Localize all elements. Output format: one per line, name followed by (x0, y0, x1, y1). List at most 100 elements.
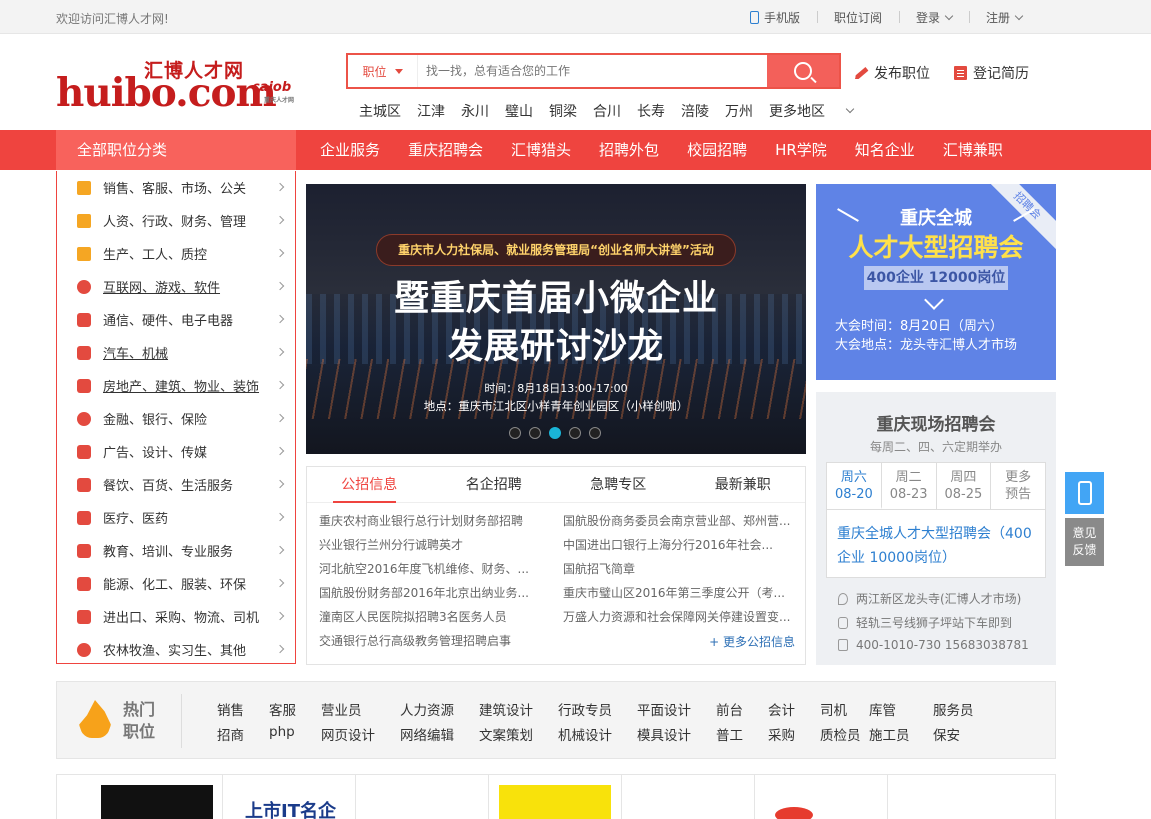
hot-job-link[interactable]: 行政专员 (558, 699, 637, 719)
site-logo[interactable]: 汇博人才网 huibo.com cajob 重庆人才网 (56, 56, 316, 116)
area-link[interactable]: 万州 (725, 101, 753, 121)
logo-cell[interactable] (57, 775, 223, 819)
tab-part-time[interactable]: 最新兼职 (681, 467, 806, 502)
category-item[interactable]: 教育、培训、专业服务 (57, 534, 295, 567)
category-item[interactable]: 汽车、机械 (57, 336, 295, 369)
area-link[interactable]: 长寿 (637, 101, 665, 121)
area-link[interactable]: 铜梁 (549, 101, 577, 121)
area-link[interactable]: 合川 (593, 101, 621, 121)
subscribe-link[interactable]: 职位订阅 (816, 9, 899, 26)
carousel-dot[interactable] (549, 427, 561, 439)
category-item[interactable]: 餐饮、百货、生活服务 (57, 468, 295, 501)
area-link[interactable]: 江津 (417, 101, 445, 121)
category-item[interactable]: 生产、工人、质控 (57, 237, 295, 270)
category-item[interactable]: 医疗、医药 (57, 501, 295, 534)
news-link[interactable]: 万盛人力资源和社会保障网关停建设置变... (563, 609, 790, 633)
category-item[interactable]: 广告、设计、传媒 (57, 435, 295, 468)
category-item[interactable]: 人资、行政、财务、管理 (57, 204, 295, 237)
post-resume-link[interactable]: 登记简历 (954, 63, 1029, 83)
search-type-select[interactable]: 职位 (348, 55, 418, 87)
area-link[interactable]: 永川 (461, 101, 489, 121)
carousel-dot[interactable] (509, 427, 521, 439)
news-link[interactable]: 潼南区人民医院拟招聘3名医务人员 (319, 609, 529, 633)
news-link[interactable]: 河北航空2016年度飞机维修、财务、... (319, 561, 529, 585)
news-link[interactable]: 重庆农村商业银行总行计划财务部招聘 (319, 513, 529, 537)
news-link[interactable]: 国航股份商务委员会南京营业部、郑州营... (563, 513, 790, 537)
hot-job-link[interactable]: 库管 (869, 699, 933, 719)
nav-item[interactable]: 招聘外包 (585, 130, 673, 170)
logo-cell[interactable] (622, 775, 755, 819)
nav-item[interactable]: 知名企业 (841, 130, 929, 170)
hot-job-link[interactable]: 网页设计 (321, 724, 400, 744)
logo-cell[interactable] (356, 775, 489, 819)
news-link[interactable]: 重庆市璧山区2016年第三季度公开（考... (563, 585, 790, 609)
news-link[interactable]: 交通银行总行高级教务管理招聘启事 (319, 633, 529, 657)
mobile-link[interactable]: 手机版 (733, 9, 817, 26)
hot-job-link[interactable]: 司机 (820, 699, 869, 719)
nav-item[interactable]: 汇博兼职 (929, 130, 1017, 170)
nav-item[interactable]: 校园招聘 (673, 130, 761, 170)
category-item[interactable]: 房地产、建筑、物业、装饰 (57, 369, 295, 402)
search-button[interactable] (767, 55, 839, 87)
logo-cell[interactable] (755, 775, 888, 819)
category-item[interactable]: 通信、硬件、电子电器 (57, 303, 295, 336)
register-dropdown[interactable]: 注册 (968, 9, 1039, 26)
nav-item[interactable]: 重庆招聘会 (394, 130, 497, 170)
tab-famous-companies[interactable]: 名企招聘 (432, 467, 557, 502)
hot-job-link[interactable]: 网络编辑 (400, 724, 479, 744)
category-item[interactable]: 销售、客服、市场、公关 (57, 171, 295, 204)
news-link[interactable]: 国航股份财务部2016年北京出纳业务... (319, 585, 529, 609)
hot-job-link[interactable]: 质检员 (820, 724, 869, 744)
hot-job-link[interactable]: 前台 (716, 699, 768, 719)
category-item[interactable]: 金融、银行、保险 (57, 402, 295, 435)
hot-job-link[interactable]: 客服 (269, 699, 321, 719)
fair-day-tab[interactable]: 更多 预告 (991, 463, 1045, 509)
feedback-button[interactable]: 意见 反馈 (1065, 518, 1104, 566)
job-fair-ad[interactable]: 招聘会 重庆全城 人才大型招聘会 400企业 12000岗位 大会时间：8月20… (816, 184, 1056, 380)
fair-day-tab[interactable]: 周六 08-20 (827, 463, 882, 509)
hot-job-link[interactable]: 保安 (933, 724, 985, 744)
logo-cell[interactable] (888, 775, 1021, 819)
category-item[interactable]: 农林牧渔、实习生、其他 (57, 633, 295, 666)
hot-job-link[interactable]: php (269, 724, 321, 744)
more-news-link[interactable]: + 更多公招信息 (709, 633, 795, 650)
hot-job-link[interactable]: 销售 (217, 699, 269, 719)
nav-item[interactable]: 汇博猎头 (497, 130, 585, 170)
post-job-link[interactable]: 发布职位 (856, 63, 930, 83)
hot-job-link[interactable]: 文案策划 (479, 724, 558, 744)
news-link[interactable]: 中国进出口银行上海分行2016年社会... (563, 537, 790, 561)
tab-urgent[interactable]: 急聘专区 (556, 467, 681, 502)
hot-job-link[interactable]: 人力资源 (400, 699, 479, 719)
hot-job-link[interactable]: 施工员 (869, 724, 933, 744)
carousel-dot[interactable] (589, 427, 601, 439)
fair-day-tab[interactable]: 周四 08-25 (937, 463, 992, 509)
nav-item[interactable]: 企业服务 (306, 130, 394, 170)
hot-job-link[interactable]: 服务员 (933, 699, 985, 719)
hot-job-link[interactable]: 会计 (768, 699, 820, 719)
carousel-dot[interactable] (569, 427, 581, 439)
more-areas-dropdown[interactable]: 更多地区 (769, 101, 855, 121)
category-item[interactable]: 互联网、游戏、软件 (57, 270, 295, 303)
fair-event-link[interactable]: 重庆全城人才大型招聘会（400企业 10000岗位） (826, 510, 1046, 578)
hot-job-link[interactable]: 建筑设计 (479, 699, 558, 719)
fair-day-tab[interactable]: 周二 08-23 (882, 463, 937, 509)
mobile-float-button[interactable] (1065, 472, 1104, 514)
category-item[interactable]: 进出口、采购、物流、司机 (57, 600, 295, 633)
hot-job-link[interactable]: 平面设计 (637, 699, 716, 719)
category-item[interactable]: 能源、化工、服装、环保 (57, 567, 295, 600)
hot-job-link[interactable]: 营业员 (321, 699, 400, 719)
hot-job-link[interactable]: 模具设计 (637, 724, 716, 744)
search-input[interactable] (418, 55, 767, 87)
banner-carousel[interactable]: 重庆市人力社保局、就业服务管理局“创业名师大讲堂”活动 暨重庆首届小微企业 发展… (306, 184, 806, 454)
hot-job-link[interactable]: 招商 (217, 724, 269, 744)
login-dropdown[interactable]: 登录 (898, 9, 969, 26)
news-link[interactable]: 国航招飞简章 (563, 561, 790, 585)
hot-job-link[interactable]: 采购 (768, 724, 820, 744)
area-link[interactable]: 涪陵 (681, 101, 709, 121)
hot-job-link[interactable]: 机械设计 (558, 724, 637, 744)
tab-public-recruit[interactable]: 公招信息 (307, 467, 432, 503)
hot-job-link[interactable]: 普工 (716, 724, 768, 744)
area-link[interactable]: 主城区 (359, 101, 401, 121)
carousel-dot[interactable] (529, 427, 541, 439)
area-link[interactable]: 璧山 (505, 101, 533, 121)
